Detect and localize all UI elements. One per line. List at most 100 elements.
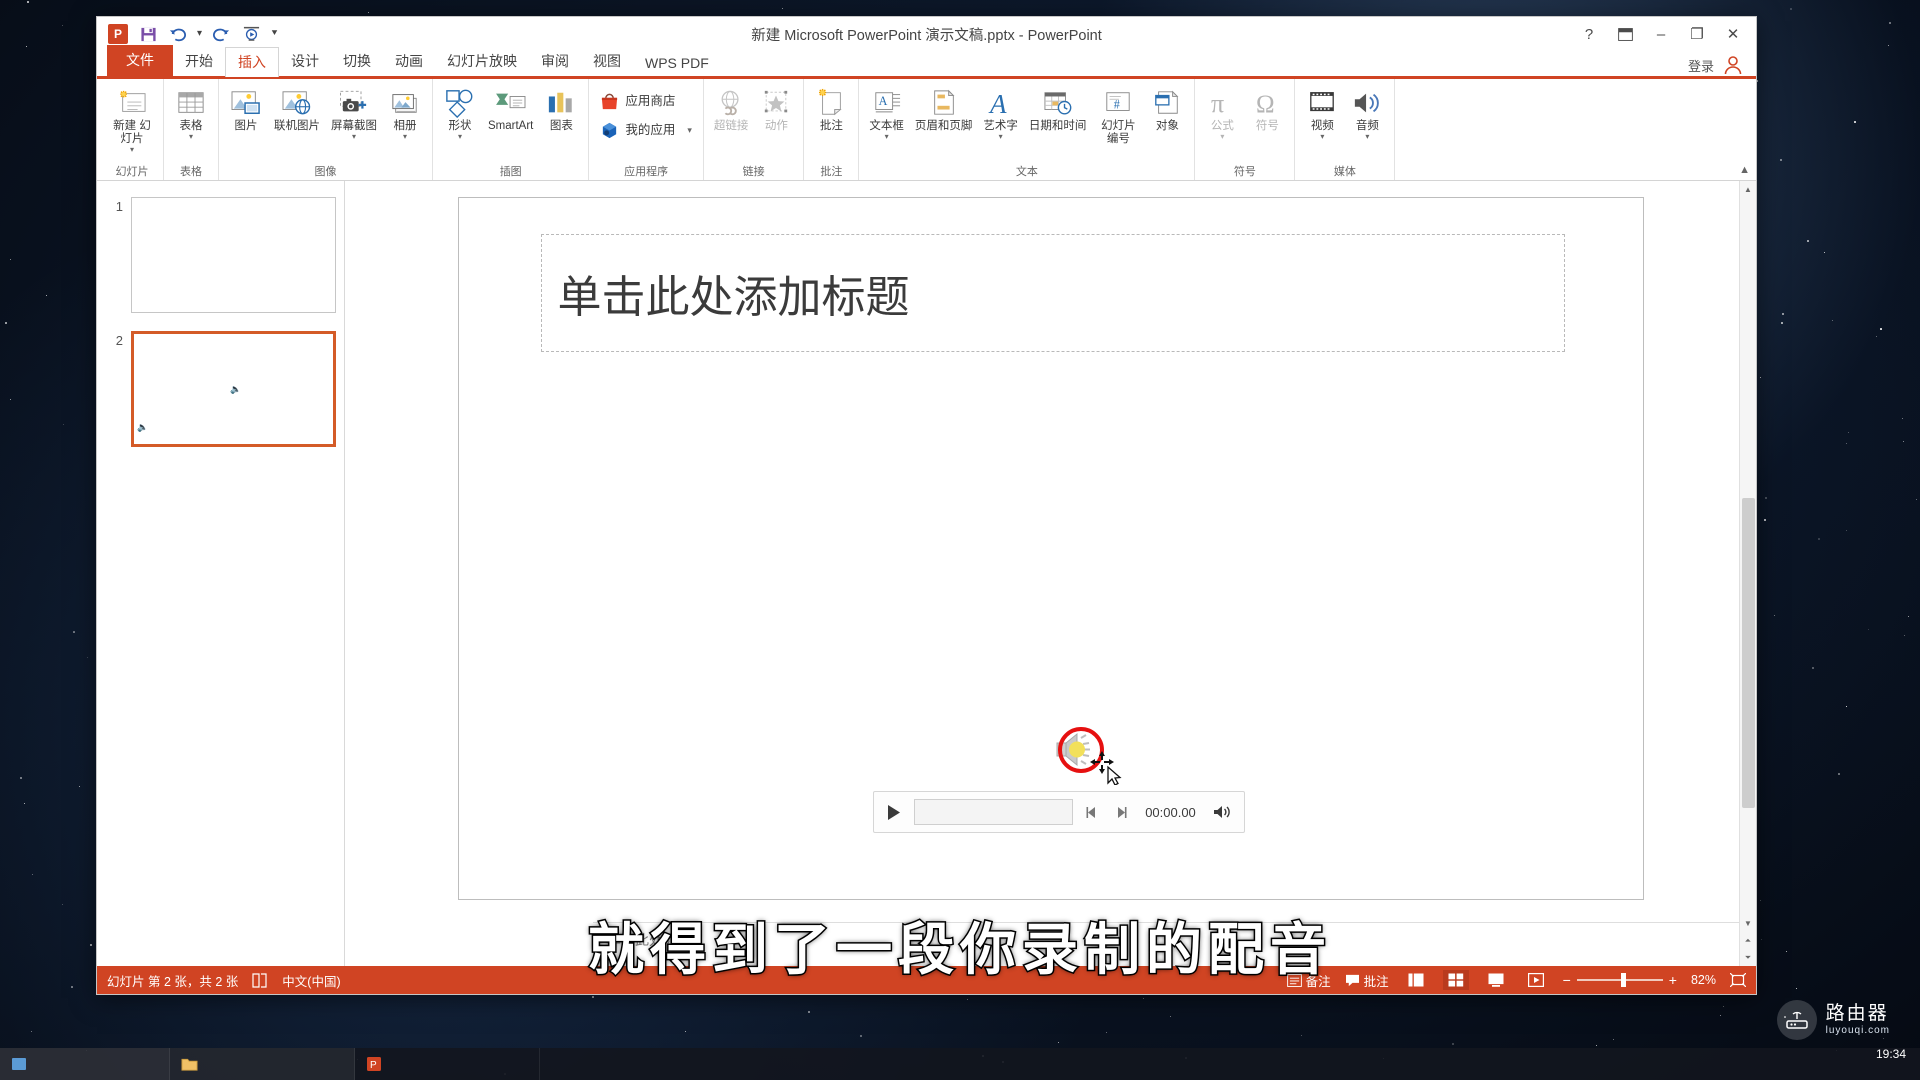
next-slide-button[interactable]: ⏷	[1740, 949, 1757, 966]
undo-icon[interactable]	[165, 22, 191, 46]
slide-number-button[interactable]: # 幻灯片 编号	[1092, 84, 1144, 146]
ribbon-group-text: A 文本框 ▾ 页眉和页脚 A 艺术字 ▾ 日期和时间 # 幻灯片 编号 对象 …	[859, 79, 1196, 180]
tab-file[interactable]: 文件	[107, 45, 173, 76]
object-button[interactable]: 对象	[1145, 84, 1189, 133]
previous-slide-button[interactable]: ⏶	[1740, 932, 1757, 949]
language-label[interactable]: 中文(中国)	[282, 971, 340, 990]
tab-animations[interactable]: 动画	[383, 47, 435, 76]
undo-dropdown-icon[interactable]: ▾	[195, 22, 204, 46]
date-time-button[interactable]: 日期和时间	[1024, 84, 1092, 133]
tab-design[interactable]: 设计	[279, 47, 331, 76]
table-button[interactable]: 表格 ▾	[169, 84, 213, 141]
notes-toggle-label: 备注	[1305, 974, 1331, 989]
new-slide-button[interactable]: 新建 幻灯片 ▾	[106, 84, 158, 154]
minimize-button[interactable]: –	[1644, 21, 1678, 47]
slide-surface[interactable]: 单击此处添加标题 00:00.00	[457, 197, 1644, 900]
comment-button[interactable]: 批注	[809, 84, 853, 133]
media-play-button[interactable]	[883, 801, 905, 823]
my-apps-button[interactable]: 我的应用 ▾	[594, 117, 698, 143]
equation-button[interactable]: π 公式 ▾	[1200, 84, 1244, 141]
zoom-slider[interactable]: − +	[1563, 972, 1677, 988]
notes-toggle-button[interactable]: 备注	[1286, 971, 1331, 990]
online-pictures-button[interactable]: 联机图片	[269, 84, 325, 133]
scroll-thumb[interactable]	[1741, 498, 1755, 808]
redo-icon[interactable]	[208, 22, 234, 46]
close-button[interactable]: ✕	[1716, 21, 1750, 47]
view-slide-sorter-button[interactable]	[1442, 970, 1469, 990]
canvas-vertical-scrollbar[interactable]: ▲ ▼ ⏶ ⏷	[1739, 181, 1756, 966]
media-volume-button[interactable]	[1211, 801, 1235, 823]
ribbon-display-options-button[interactable]	[1608, 21, 1642, 47]
taskbar-item-file-explorer[interactable]	[170, 1048, 355, 1080]
action-button[interactable]: 动作	[754, 84, 798, 133]
title-placeholder[interactable]: 单击此处添加标题	[540, 234, 1565, 352]
save-icon[interactable]	[135, 22, 161, 46]
zoom-track[interactable]	[1576, 973, 1663, 987]
photo-album-button[interactable]: 相册 ▾	[383, 84, 427, 141]
video-button[interactable]: 视频 ▾	[1300, 84, 1344, 141]
user-account-icon[interactable]	[1722, 54, 1744, 76]
wordart-dropdown-icon[interactable]: ▾	[999, 133, 1003, 141]
zoom-out-button[interactable]: −	[1563, 972, 1571, 988]
textbox-dropdown-icon[interactable]: ▾	[885, 133, 889, 141]
smartart-button[interactable]: SmartArt	[483, 84, 538, 133]
view-slideshow-button[interactable]	[1523, 970, 1549, 990]
start-from-beginning-icon[interactable]	[238, 22, 264, 46]
tab-transitions[interactable]: 切换	[331, 47, 383, 76]
tab-view[interactable]: 视图	[581, 47, 633, 76]
fit-slide-to-window-button[interactable]	[1730, 973, 1746, 987]
tab-review[interactable]: 审阅	[529, 47, 581, 76]
taskbar-item-powerpoint[interactable]: P	[355, 1048, 540, 1080]
new-slide-dropdown-icon[interactable]: ▾	[130, 146, 134, 154]
slide-thumbnail-1[interactable]	[131, 197, 336, 313]
my-apps-dropdown-icon[interactable]: ▾	[681, 125, 692, 134]
shapes-button[interactable]: 形状 ▾	[438, 84, 482, 141]
media-step-back-button[interactable]	[1082, 802, 1102, 822]
audio-dropdown-icon[interactable]: ▾	[1365, 133, 1369, 141]
header-footer-label: 页眉和页脚	[914, 120, 973, 132]
notes-pane[interactable]: 单击此处添	[593, 922, 1739, 966]
view-normal-button[interactable]	[1403, 970, 1429, 990]
media-playback-bar: 00:00.00	[872, 791, 1245, 833]
wordart-icon: A	[986, 86, 1016, 120]
tab-insert[interactable]: 插入	[225, 47, 279, 77]
taskbar-clock[interactable]: 19:34	[1862, 1047, 1920, 1080]
collapse-ribbon-button[interactable]: ▲	[1739, 164, 1750, 176]
scroll-up-button[interactable]: ▲	[1740, 181, 1757, 198]
wordart-button[interactable]: A 艺术字 ▾	[978, 84, 1023, 141]
signin-link[interactable]: 登录	[1688, 56, 1714, 75]
audio-button[interactable]: 音频 ▾	[1345, 84, 1389, 141]
zoom-level-label[interactable]: 82%	[1691, 973, 1716, 987]
screenshot-dropdown-icon[interactable]: ▾	[352, 133, 356, 141]
chart-button[interactable]: 图表	[539, 84, 583, 133]
equation-dropdown-icon[interactable]: ▾	[1220, 133, 1224, 141]
shapes-dropdown-icon[interactable]: ▾	[458, 133, 462, 141]
help-button[interactable]: ?	[1572, 21, 1606, 47]
zoom-knob[interactable]	[1620, 973, 1626, 987]
hyperlink-button[interactable]: 超链接	[709, 84, 754, 133]
slide-thumbnail-2[interactable]: 🔈 🔈	[131, 331, 336, 447]
pictures-button[interactable]: 图片	[224, 84, 268, 133]
video-dropdown-icon[interactable]: ▾	[1320, 133, 1324, 141]
customize-quick-access-icon[interactable]: ⯆	[268, 22, 281, 46]
photo-album-dropdown-icon[interactable]: ▾	[403, 133, 407, 141]
restore-button[interactable]: ❐	[1680, 21, 1714, 47]
view-reading-button[interactable]	[1483, 970, 1509, 990]
symbol-button[interactable]: Ω 符号	[1245, 84, 1289, 133]
header-footer-button[interactable]: 页眉和页脚	[910, 84, 978, 133]
tab-wps-pdf[interactable]: WPS PDF	[633, 51, 721, 76]
table-dropdown-icon[interactable]: ▾	[189, 133, 193, 141]
media-progress-track[interactable]	[913, 799, 1073, 825]
zoom-in-button[interactable]: +	[1669, 972, 1677, 988]
tab-home[interactable]: 开始	[173, 47, 225, 76]
scroll-down-button[interactable]: ▼	[1740, 915, 1757, 932]
store-button[interactable]: 应用商店	[594, 88, 681, 114]
taskbar-item-1[interactable]	[0, 1048, 170, 1080]
screenshot-button[interactable]: 屏幕截图 ▾	[326, 84, 382, 141]
powerpoint-logo-icon[interactable]: P	[105, 22, 131, 46]
theme-icon[interactable]	[252, 972, 268, 988]
textbox-button[interactable]: A 文本框 ▾	[864, 84, 909, 141]
comments-toggle-button[interactable]: 批注	[1345, 971, 1389, 990]
tab-slideshow[interactable]: 幻灯片放映	[435, 47, 529, 76]
media-step-forward-button[interactable]	[1111, 802, 1131, 822]
